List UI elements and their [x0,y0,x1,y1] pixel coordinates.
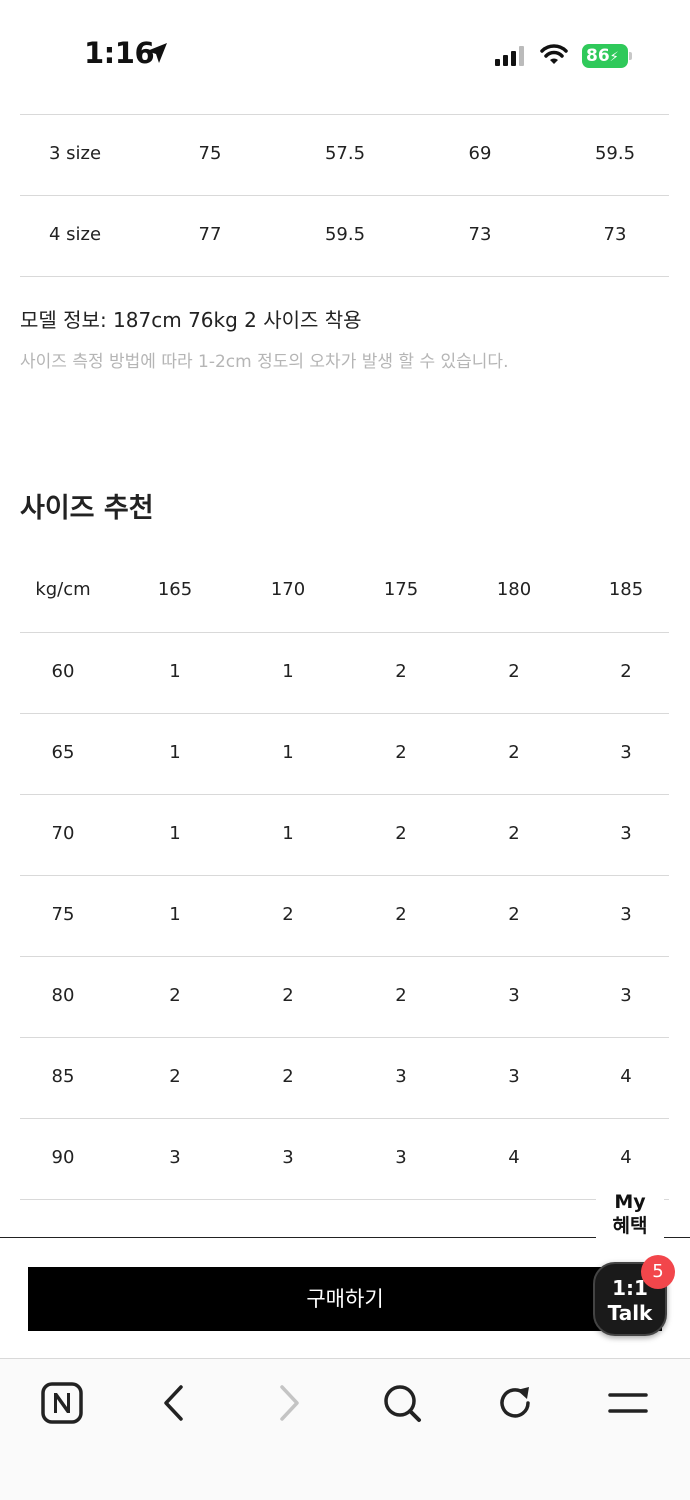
forward-icon[interactable] [266,1381,310,1425]
size-label: 4 size [48,224,102,245]
status-time: 1:16 [84,36,155,70]
recommend-row: 85 2 2 3 3 4 [20,1037,669,1117]
recommended-size: 2 [508,823,520,844]
my-benefit-line2: 혜택 [612,1215,648,1237]
size-value: 73 [468,224,492,245]
recommended-size: 2 [508,904,520,925]
recommended-size: 3 [395,1147,407,1168]
recommend-header-row: kg/cm 165 170 175 180 185 [20,550,669,630]
recommend-row: 70 1 1 2 2 3 [20,794,669,874]
height-header: 170 [270,579,306,600]
menu-icon[interactable] [606,1381,650,1425]
refresh-icon[interactable] [493,1381,537,1425]
table-divider [20,1199,669,1200]
size-table-row: 4 size 77 59.5 73 73 [20,195,669,275]
corner-label: kg/cm [35,579,91,600]
recommended-size: 2 [508,661,520,682]
recommended-size: 2 [620,661,632,682]
height-header: 180 [496,579,532,600]
recommended-size: 4 [620,1147,632,1168]
size-label: 3 size [48,143,102,164]
recommend-row: 90 3 3 3 4 4 [20,1118,669,1198]
naver-home-icon[interactable] [40,1381,84,1425]
recommended-size: 3 [620,742,632,763]
cellular-signal-icon [495,46,524,66]
recommended-size: 4 [508,1147,520,1168]
recommended-size: 3 [620,904,632,925]
recommend-row: 65 1 1 2 2 3 [20,713,669,793]
recommended-size: 1 [169,742,181,763]
location-arrow-icon [147,43,167,63]
section-title-size-recommend: 사이즈 추천 [20,493,154,524]
talk-line2: Talk [607,1301,653,1325]
recommended-size: 1 [282,742,294,763]
size-value: 75 [198,143,222,164]
weight-label: 85 [51,1066,75,1087]
model-info: 모델 정보: 187cm 76kg 2 사이즈 착용 [20,308,362,332]
weight-label: 65 [51,742,75,763]
recommended-size: 3 [620,823,632,844]
size-value: 59.5 [594,143,636,164]
recommended-size: 1 [169,904,181,925]
size-value: 59.5 [324,224,366,245]
recommended-size: 2 [395,823,407,844]
recommended-size: 4 [620,1066,632,1087]
recommended-size: 2 [395,985,407,1006]
size-value: 69 [468,143,492,164]
recommended-size: 2 [169,1066,181,1087]
recommended-size: 2 [282,985,294,1006]
recommended-size: 2 [508,742,520,763]
recommend-row: 60 1 1 2 2 2 [20,632,669,712]
height-header: 185 [608,579,644,600]
recommended-size: 1 [282,661,294,682]
recommended-size: 3 [282,1147,294,1168]
search-icon[interactable] [380,1381,424,1425]
weight-label: 60 [51,661,75,682]
recommended-size: 3 [620,985,632,1006]
size-value: 73 [603,224,627,245]
recommend-row: 75 1 2 2 2 3 [20,875,669,955]
bottom-divider [0,1237,690,1238]
weight-label: 75 [51,904,75,925]
weight-label: 90 [51,1147,75,1168]
recommended-size: 2 [395,661,407,682]
table-divider [20,276,669,277]
recommended-size: 3 [169,1147,181,1168]
status-bar: 1:16 86⚡ [0,0,690,110]
weight-label: 70 [51,823,75,844]
measurement-note: 사이즈 측정 방법에 따라 1-2cm 정도의 오차가 발생 할 수 있습니다. [20,352,509,372]
size-value: 57.5 [324,143,366,164]
weight-label: 80 [51,985,75,1006]
battery-tip [629,52,632,60]
recommended-size: 1 [169,661,181,682]
my-benefit-button[interactable]: My 혜택 [596,1190,664,1246]
back-icon[interactable] [153,1381,197,1425]
recommended-size: 2 [395,904,407,925]
talk-badge: 5 [641,1255,675,1289]
battery-indicator: 86⚡ [582,44,628,68]
recommended-size: 2 [169,985,181,1006]
recommended-size: 2 [282,904,294,925]
recommended-size: 2 [395,742,407,763]
battery-level: 86 [586,46,610,66]
wifi-icon [540,44,568,64]
my-benefit-line1: My [614,1191,646,1213]
height-header: 165 [157,579,193,600]
recommended-size: 1 [282,823,294,844]
buy-button[interactable]: 구매하기 [28,1267,662,1331]
size-table-row: 3 size 75 57.5 69 59.5 [20,114,669,194]
height-header: 175 [383,579,419,600]
recommended-size: 1 [169,823,181,844]
recommend-row: 80 2 2 2 3 3 [20,956,669,1036]
size-value: 77 [198,224,222,245]
recommended-size: 3 [508,1066,520,1087]
browser-toolbar [0,1359,690,1500]
recommended-size: 2 [282,1066,294,1087]
recommended-size: 3 [395,1066,407,1087]
recommended-size: 3 [508,985,520,1006]
charging-bolt-icon: ⚡ [609,50,619,65]
